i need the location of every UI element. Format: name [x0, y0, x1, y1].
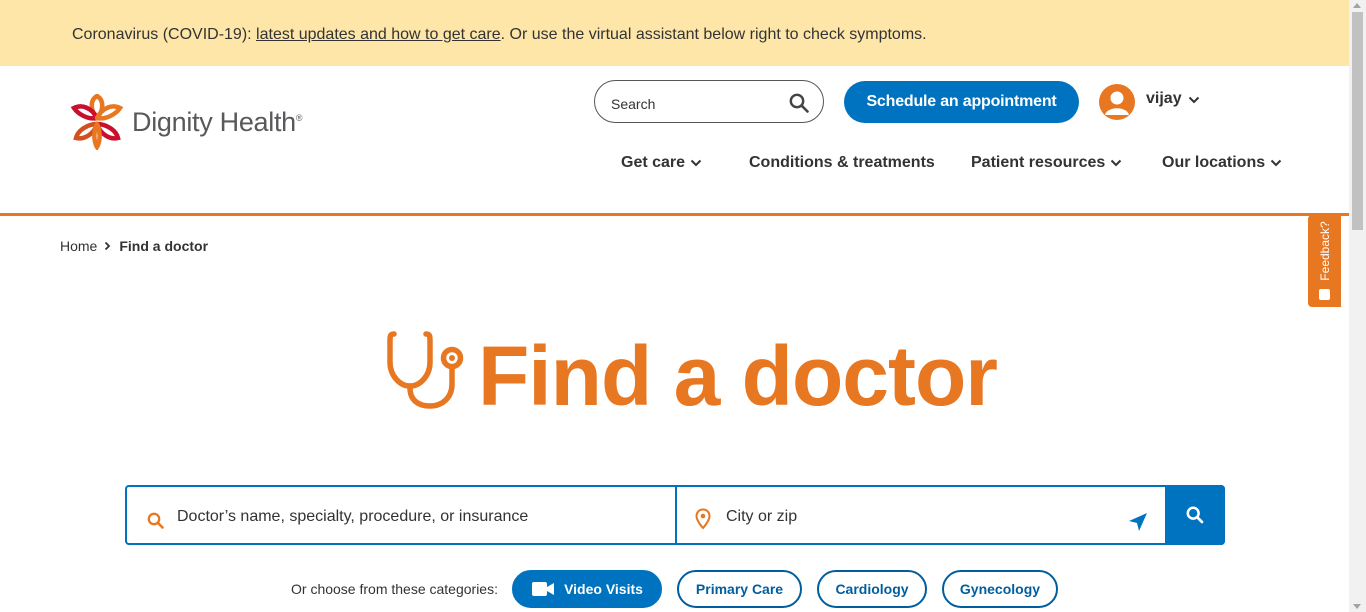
chip-cardiology[interactable]: Cardiology: [817, 570, 927, 608]
category-chips: Or choose from these categories: Video V…: [0, 570, 1349, 610]
nav-label: Get care: [621, 154, 686, 171]
feedback-label: Feedback?: [1317, 221, 1332, 281]
chevron-down-icon: [690, 159, 702, 167]
breadcrumb-current: Find a doctor: [119, 238, 209, 254]
scroll-down-icon[interactable]: [1353, 604, 1361, 609]
map-pin-icon: [695, 508, 711, 530]
chevron-down-icon: [1111, 159, 1122, 167]
user-avatar-icon: [1099, 84, 1135, 120]
page-title: Find a doctor: [478, 329, 998, 423]
nav-label: Conditions & treatments: [749, 154, 935, 171]
breadcrumb-home[interactable]: Home: [60, 238, 97, 254]
video-camera-icon: [532, 582, 555, 596]
search-placeholder: Search: [611, 96, 656, 112]
search-icon: [1186, 506, 1204, 524]
site-search-input[interactable]: Search: [594, 80, 824, 123]
user-menu[interactable]: vijay: [1099, 84, 1200, 120]
location-input[interactable]: City or zip: [677, 487, 1167, 543]
logo-mark-icon: [70, 94, 124, 150]
chip-label: Cardiology: [835, 581, 909, 597]
chip-gynecology[interactable]: Gynecology: [942, 570, 1058, 608]
feedback-icon: [1319, 289, 1330, 300]
search-icon[interactable]: [789, 93, 809, 113]
alert-suffix: . Or use the virtual assistant below rig…: [500, 26, 927, 43]
chip-label: Primary Care: [695, 581, 784, 597]
alert-text: Coronavirus (COVID-19): latest updates a…: [72, 26, 927, 44]
doctor-search-form: Doctor’s name, specialty, procedure, or …: [125, 485, 1225, 545]
location-placeholder: City or zip: [726, 508, 798, 525]
breadcrumb: Home Find a doctor: [60, 238, 208, 254]
scroll-up-icon[interactable]: [1353, 3, 1361, 8]
scrollbar-thumb[interactable]: [1352, 12, 1363, 230]
chip-primary-care[interactable]: Primary Care: [677, 570, 802, 608]
dignity-health-logo[interactable]: Dignity Health®: [68, 94, 303, 150]
chevron-down-icon: [1188, 96, 1199, 104]
covid-alert-banner: Coronavirus (COVID-19): latest updates a…: [0, 0, 1349, 66]
nav-label: Our locations: [1162, 154, 1266, 171]
search-icon: [147, 512, 164, 529]
page-scrollbar[interactable]: [1349, 0, 1366, 612]
nav-get-care[interactable]: Get care: [621, 154, 702, 172]
schedule-appointment-button[interactable]: Schedule an appointment: [844, 81, 1079, 123]
chip-label: Video Visits: [564, 581, 643, 597]
user-name: vijay: [1146, 90, 1182, 107]
site-header: Dignity Health® Search Schedule an appoi…: [0, 66, 1349, 216]
page: Coronavirus (COVID-19): latest updates a…: [0, 0, 1349, 612]
alert-prefix: Coronavirus (COVID-19):: [72, 26, 257, 43]
chip-label: Gynecology: [959, 581, 1041, 597]
logo-text: Dignity Health®: [132, 106, 303, 137]
nav-patient-resources[interactable]: Patient resources: [971, 154, 1122, 172]
stethoscope-icon: [387, 331, 464, 409]
doctor-query-input[interactable]: Doctor’s name, specialty, procedure, or …: [127, 487, 677, 543]
doctor-query-placeholder: Doctor’s name, specialty, procedure, or …: [177, 508, 529, 525]
doctor-search-submit-button[interactable]: [1165, 485, 1225, 545]
chevron-down-icon: [1270, 159, 1282, 167]
chevron-right-icon: [105, 241, 111, 251]
feedback-tab[interactable]: Feedback?: [1308, 215, 1341, 307]
nav-conditions-treatments[interactable]: Conditions & treatments: [749, 154, 935, 172]
nav-our-locations[interactable]: Our locations: [1162, 154, 1282, 172]
alert-link[interactable]: latest updates and how to get care: [256, 26, 501, 43]
use-my-location-icon[interactable]: [1127, 511, 1149, 533]
nav-label: Patient resources: [971, 154, 1106, 171]
hero-heading: Find a doctor: [386, 328, 998, 423]
chip-video-visits[interactable]: Video Visits: [512, 570, 662, 608]
categories-label: Or choose from these categories:: [291, 581, 498, 597]
